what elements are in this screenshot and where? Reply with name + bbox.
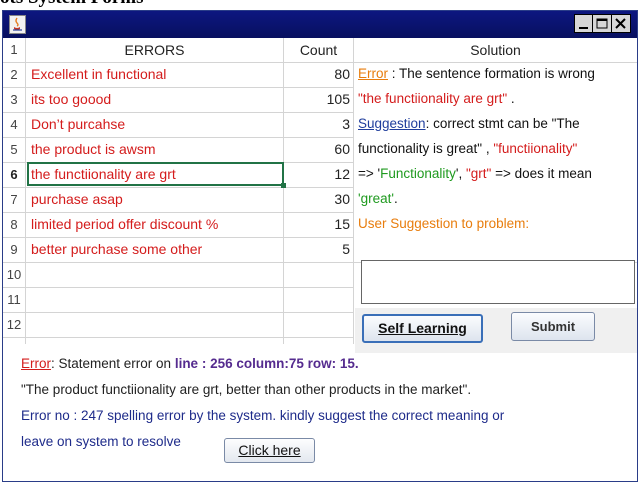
self-learning-button[interactable]: Self Learning <box>362 314 483 343</box>
row-number: 8 <box>10 217 18 232</box>
count-cell[interactable]: 12 <box>285 166 350 182</box>
error-cell[interactable]: Don’t purcahse <box>31 116 125 132</box>
error-cell[interactable]: better purchase some other <box>31 241 202 257</box>
user-suggestion-label: User Suggestion to problem: <box>358 216 530 231</box>
close-icon[interactable] <box>612 14 631 33</box>
row-number: 1 <box>10 42 18 57</box>
cell-selection-box <box>27 162 286 188</box>
suggestion-label: Suggestion <box>358 116 426 131</box>
column-header-solution: Solution <box>470 42 521 58</box>
row-number: 7 <box>10 192 18 207</box>
error-cell[interactable]: the product is awsm <box>31 141 156 157</box>
solution-line: => 'Functionality', "grt" => does it mea… <box>358 166 592 181</box>
count-cell[interactable]: 15 <box>285 216 350 232</box>
error-label: Error <box>358 66 388 81</box>
status-error-label: Error <box>21 356 51 371</box>
count-cell[interactable]: 3 <box>285 116 350 132</box>
click-here-button[interactable]: Click here <box>224 438 315 463</box>
status-error-number: Error no : 247 spelling error by the sys… <box>21 408 505 423</box>
row-number: 9 <box>10 242 18 257</box>
column-header-count: Count <box>299 42 338 58</box>
row-number: 4 <box>10 117 18 132</box>
row-number: 5 <box>10 142 18 157</box>
error-cell[interactable]: its too goood <box>31 91 111 107</box>
error-cell[interactable]: purchase asap <box>31 191 123 207</box>
count-cell[interactable]: 5 <box>285 241 350 257</box>
java-cup-icon <box>9 15 26 34</box>
submit-button[interactable]: Submit <box>511 312 595 341</box>
error-cell[interactable]: Excellent in functional <box>31 66 166 82</box>
row-number: 10 <box>6 267 22 282</box>
column-header-errors: ERRORS <box>124 42 185 58</box>
status-statement: "The product functiionality are grt, bet… <box>21 382 472 397</box>
app-window: ERRORS Count Solution 1 2 3 4 5 6 7 8 9 … <box>2 10 638 482</box>
count-cell[interactable]: 30 <box>285 191 350 207</box>
solution-line: "the functiionality are grt" . <box>358 91 515 106</box>
count-cell[interactable]: 105 <box>285 91 350 107</box>
error-cell[interactable]: limited period offer discount % <box>31 216 218 232</box>
minimize-icon[interactable] <box>574 14 593 33</box>
status-line: Error: Statement error on line : 256 col… <box>21 356 359 371</box>
row-number: 11 <box>7 292 21 307</box>
page-heading: ots System Forms <box>0 0 250 10</box>
title-bar[interactable] <box>3 11 637 38</box>
row-number-active: 6 <box>10 167 18 182</box>
status-resolve-text: leave on system to resolve <box>21 434 181 449</box>
row-number: 3 <box>10 92 18 107</box>
row-number: 12 <box>6 317 22 332</box>
count-cell[interactable]: 60 <box>285 141 350 157</box>
count-cell[interactable]: 80 <box>285 66 350 82</box>
solution-line: Suggestion: correct stmt can be "The <box>358 116 580 131</box>
solution-line: functionality is great" , "functiionalit… <box>358 141 578 156</box>
solution-line: Error : The sentence formation is wrong <box>358 66 595 81</box>
row-number: 2 <box>10 67 18 82</box>
maximize-icon[interactable] <box>593 14 612 33</box>
solution-line: 'great'. <box>358 191 398 206</box>
suggestion-input[interactable] <box>361 260 635 304</box>
